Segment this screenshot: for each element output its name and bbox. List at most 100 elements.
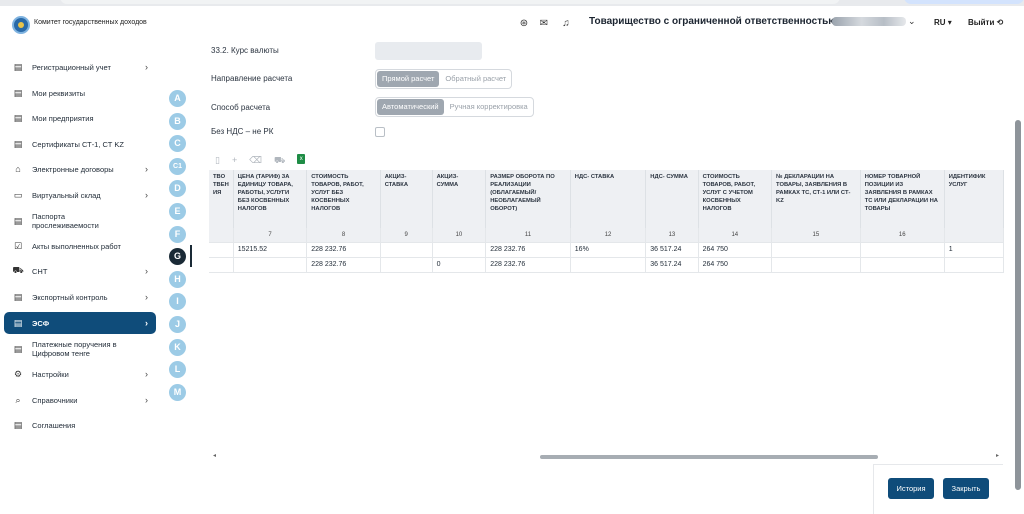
table-cell[interactable] [209, 242, 234, 258]
sidebar-item-5[interactable]: ⌂ Электронные договоры › [4, 158, 156, 180]
column-number: 8 [306, 228, 381, 243]
reverse-calc-option[interactable]: Обратный расчет [440, 70, 511, 88]
document-icon: ▤ [13, 138, 23, 149]
profile-pill[interactable] [904, 0, 1024, 4]
vertical-scrollbar[interactable] [1015, 120, 1021, 490]
sidebar-item-label: Сертификаты СТ-1, СТ KZ [32, 139, 124, 149]
column-header: № ДЕКЛАРАЦИИ НА ТОВАРЫ, ЗАЯВЛЕНИЯ В РАМК… [771, 170, 861, 228]
section-e-badge[interactable]: E [169, 203, 186, 220]
method-toggle: Автоматический Ручная корректировка [375, 97, 534, 117]
auto-option[interactable]: Автоматический [377, 99, 444, 115]
table-cell[interactable] [209, 257, 234, 273]
scroll-right-arrow[interactable]: ▸ [996, 452, 999, 459]
document-icon: ▤ [13, 215, 23, 226]
direct-calc-option[interactable]: Прямой расчет [377, 71, 440, 87]
table-cell[interactable] [771, 242, 861, 258]
document-icon: ▤ [13, 291, 23, 302]
sidebar-item-14[interactable]: ⌕ Справочники › [4, 389, 156, 411]
sidebar-item-label: Настройки [32, 369, 69, 379]
column-header: ТВО ТВЕН ИЯ [209, 170, 234, 228]
chevron-down-icon[interactable]: ⌄ [908, 16, 916, 27]
table-cell[interactable]: 264 750 [698, 242, 773, 258]
column-header: СТОИМОСТЬ ТОВАРОВ, РАБОТ, УСЛУГ С УЧЕТОМ… [698, 170, 773, 228]
history-button[interactable]: История [888, 478, 934, 499]
method-label: Способ расчета [211, 103, 271, 112]
logout-button[interactable]: Выйти ⟲ [968, 18, 1003, 27]
manual-option[interactable]: Ручная корректировка [445, 98, 533, 116]
table-cell[interactable]: 228 232.76 [306, 242, 381, 258]
language-selector[interactable]: RU ▾ [934, 18, 952, 27]
section-a-badge[interactable]: A [169, 90, 186, 107]
mail-icon[interactable]: ✉ [538, 18, 550, 30]
chevron-right-icon: › [145, 369, 148, 379]
sidebar-item-label: Паспорта прослеживаемости [32, 212, 99, 230]
table-cell[interactable]: 15215.52 [233, 242, 308, 258]
plus-icon[interactable]: + [232, 154, 237, 166]
table-cell[interactable] [860, 257, 945, 273]
table-cell[interactable] [860, 242, 945, 258]
section-j-badge[interactable]: J [169, 316, 186, 333]
section-l-badge[interactable]: L [169, 361, 186, 379]
table-cell[interactable] [233, 257, 308, 273]
signature-icon[interactable]: ⊛ [518, 18, 530, 30]
sidebar-item-7[interactable]: ▤ Паспорта прослеживаемости [4, 209, 156, 233]
address-bar[interactable] [60, 0, 840, 4]
table-cell[interactable] [380, 257, 433, 273]
table-cell[interactable] [380, 242, 433, 258]
document-icon: ▤ [13, 317, 23, 328]
truck-icon: ⛟ [12, 265, 24, 275]
table-row[interactable]: 15215.52 228 232.76 228 232.76 16% 36 517.24… [209, 242, 1004, 258]
section-i-badge[interactable]: I [169, 293, 186, 311]
cart-icon[interactable]: ⛟ [274, 154, 285, 166]
table-cell[interactable]: 228 232.76 [485, 242, 571, 258]
bell-icon[interactable]: ♫ [560, 18, 572, 30]
trash-icon[interactable]: ⌫ [249, 154, 262, 166]
section-c1-badge[interactable]: C1 [169, 157, 186, 175]
sidebar-item-10[interactable]: ▤ Экспортный контроль › [4, 286, 156, 308]
section-m-badge[interactable]: M [169, 383, 186, 401]
section-h-badge[interactable]: H [169, 270, 186, 288]
vat-checkbox[interactable] [375, 127, 385, 137]
sidebar-item-11[interactable]: ▤ ЭСФ › [4, 312, 156, 334]
horizontal-scrollbar[interactable]: ◂ ▸ [213, 452, 999, 460]
rate-input[interactable] [375, 42, 482, 60]
document-icon[interactable]: ▯ [215, 154, 220, 166]
sidebar-item-15[interactable]: ▤ Соглашения [4, 414, 156, 436]
scroll-thumb[interactable] [540, 455, 878, 459]
table-row[interactable]: 228 232.76 0 228 232.76 36 517.24 264 750 [209, 257, 1004, 273]
table-cell[interactable]: 36 517.24 [645, 242, 699, 258]
table-cell[interactable]: 1 [944, 242, 1004, 258]
section-d-badge[interactable]: D [169, 180, 186, 198]
table-cell[interactable]: 36 517.24 [645, 257, 699, 273]
table-cell[interactable]: 16% [570, 242, 647, 258]
close-button[interactable]: Закрыть [943, 478, 989, 499]
section-b-badge[interactable]: B [169, 112, 186, 130]
sidebar-item-9[interactable]: ⛟ СНТ › [4, 260, 156, 282]
sidebar-item-4[interactable]: ▤ Сертификаты СТ-1, СТ KZ [4, 133, 156, 155]
scroll-left-arrow[interactable]: ◂ [213, 452, 216, 459]
section-k-badge[interactable]: K [169, 338, 186, 356]
sidebar-item-label: Справочники [32, 395, 78, 405]
table-cell[interactable]: 0 [432, 257, 487, 273]
section-c-badge[interactable]: C [169, 135, 186, 153]
sidebar-item-1[interactable]: ▤ Регистрационный учет › [4, 56, 156, 78]
sidebar-item-13[interactable]: ⚙ Настройки › [4, 363, 156, 385]
table-cell[interactable] [570, 257, 647, 273]
sidebar-item-12[interactable]: ▤ Платежные поручения в Цифровом тенге [4, 337, 156, 361]
section-g-badge[interactable]: G [169, 248, 186, 266]
table-cell[interactable]: 264 750 [698, 257, 773, 273]
table-cell[interactable] [771, 257, 861, 273]
sidebar-item-6[interactable]: ▭ Виртуальный склад › [4, 184, 156, 206]
column-number: 13 [645, 228, 699, 243]
excel-icon[interactable]: x [297, 154, 306, 164]
sidebar-item-2[interactable]: ▤ Мои реквизиты [4, 82, 156, 104]
table-cell[interactable] [944, 257, 1004, 273]
company-selector[interactable]: Товарищество с ограниченной ответственно… [589, 16, 844, 27]
table-cell[interactable]: 228 232.76 [306, 257, 381, 273]
table-cell[interactable] [432, 242, 487, 258]
section-f-badge[interactable]: F [169, 225, 186, 243]
sidebar-item-3[interactable]: ▤ Мои предприятия [4, 107, 156, 129]
column-number-row: 7 8 9 10 11 12 13 14 15 16 [209, 228, 1004, 243]
sidebar-item-8[interactable]: ☑ Акты выполненных работ [4, 235, 156, 257]
table-cell[interactable]: 228 232.76 [485, 257, 571, 273]
